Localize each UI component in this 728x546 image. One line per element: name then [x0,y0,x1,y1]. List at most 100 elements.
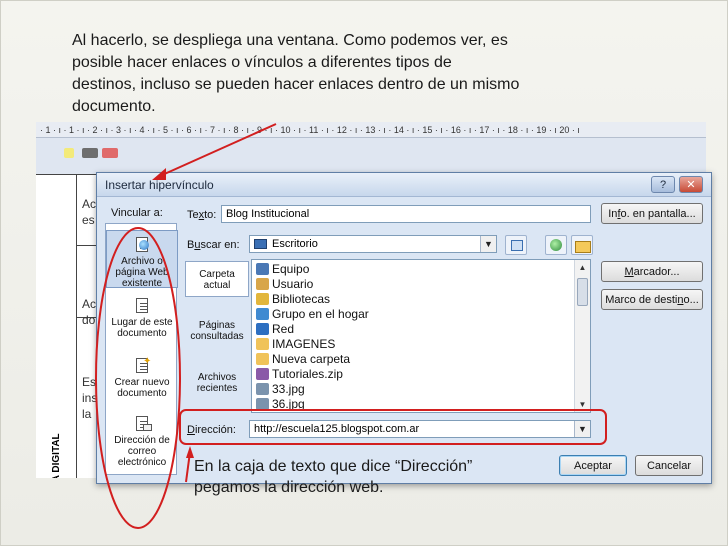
browse-file-button[interactable] [571,235,593,255]
shading-color-icon[interactable] [82,148,98,158]
address-value: http://escuela125.blogspot.com.ar [254,423,420,435]
file-name: 36.jpg [272,397,305,411]
document-text-fragment: Ac [82,297,97,311]
file-list-item[interactable]: Usuario [256,277,313,292]
file-list-item[interactable]: Red [256,322,294,337]
dialog-title: Insertar hipervínculo [105,178,214,192]
file-list-item[interactable]: Bibliotecas [256,292,330,307]
link-type-email-address[interactable]: Dirección de correo electrónico [106,414,178,474]
scroll-thumb[interactable] [577,278,588,306]
text-to-display-input[interactable]: Blog Institucional [221,205,591,223]
document-text-fragment: la [82,407,92,421]
page-icon [136,298,148,313]
bookmark-button[interactable]: Marcador... [601,261,703,282]
file-icon [256,293,269,305]
scroll-up-icon[interactable]: ▲ [575,260,590,275]
screen-tip-button[interactable]: In f o. en pantalla... [601,203,703,224]
instruction-note: En la caja de texto que dice “Dirección”… [194,456,534,498]
up-one-folder-button[interactable] [505,235,527,255]
dialog-titlebar[interactable]: Insertar hipervínculo ? ✕ [97,173,711,197]
file-icon [256,338,269,350]
file-list-item[interactable]: Grupo en el hogar [256,307,369,322]
accept-button[interactable]: Aceptar [559,455,627,476]
document-text-fragment: do [82,313,96,327]
link-type-place-in-document[interactable]: Lugar de este documento [106,296,178,346]
file-icon [256,383,269,395]
link-type-existing-file[interactable]: Archivo o página Web existente [106,230,178,289]
label-part: scar en: [200,239,240,251]
file-list-item[interactable]: 36.jpg [256,397,305,412]
label-part: In [608,207,618,220]
document-text-fragment: es [82,213,95,227]
place-browsed-pages[interactable]: Páginas consultadas [185,313,249,349]
file-name: IMAGENES [272,337,336,351]
link-type-label: Lugar de este documento [111,317,173,339]
target-frame-button[interactable]: Marco de desti n o... [601,289,703,310]
document-text-fragment: Ac [82,197,97,211]
globe-icon [139,240,149,250]
label-part: Marco de desti [605,293,678,306]
look-in-value: Escritorio [272,238,318,250]
file-list-item[interactable]: IMAGENES [256,337,335,352]
envelope-icon [143,424,152,431]
insert-hyperlink-dialog: Insertar hipervínculo ? ✕ Vincular a: Ar… [96,172,712,484]
file-icon [256,308,269,320]
note-line-2: pegamos la dirección web. [194,479,384,496]
text-to-display-label: Texto: [187,209,216,221]
file-list-item[interactable]: 33.jpg [256,382,305,397]
scroll-down-icon[interactable]: ▼ [575,397,590,412]
label-part: arcador... [633,265,680,278]
link-type-new-document[interactable]: ✦ Crear nuevo documento [106,356,178,406]
look-in-places-panel: Carpeta actual Páginas consultadas Archi… [185,259,249,415]
close-button[interactable]: ✕ [679,176,703,193]
ribbon-strip [36,138,706,174]
cancel-button[interactable]: Cancelar [635,455,703,476]
document-place-icon [134,298,150,314]
document-text-fragment: Es [82,375,97,389]
label-part: Te [187,209,199,221]
label-accesskey: D [187,424,195,436]
link-type-label: Archivo o página Web existente [115,256,169,289]
link-type-label: Dirección de correo electrónico [114,435,170,468]
file-icon [256,278,269,290]
caption-line-3: destinos, incluso se pueden hacer enlace… [72,76,520,93]
highlight-color-icon[interactable] [64,148,74,158]
chevron-down-icon[interactable]: ▼ [574,421,590,437]
file-name: Grupo en el hogar [272,307,369,321]
web-page-icon [134,237,150,253]
address-label: Dirección: [187,424,236,436]
browse-web-button[interactable] [545,235,567,255]
desktop-icon [254,239,267,249]
look-in-combobox[interactable]: Escritorio ▼ [249,235,497,253]
caption-line-2: posible hacer enlaces o vínculos a difer… [72,54,452,71]
place-current-folder[interactable]: Carpeta actual [185,261,249,297]
label-accesskey: M [624,265,634,278]
file-name: Equipo [272,262,310,276]
file-list-item[interactable]: Nueva carpeta [256,352,350,367]
font-color-icon[interactable] [102,148,118,158]
table-vertical-label: IV. CULTURA DIGITAL [46,433,66,478]
note-line-1: En la caja de texto que dice “Dirección” [194,458,473,475]
file-name: Bibliotecas [272,292,331,306]
file-list[interactable]: ▲ ▼ Equipo Usuario Bibliotecas Grupo en el … [251,259,591,413]
label-part: o. en pantalla... [620,207,696,220]
file-list-item[interactable]: Tutoriales.zip [256,367,343,382]
link-type-label: Crear nuevo documento [114,377,170,399]
new-star-icon: ✦ [143,356,152,367]
table-column-divider [76,175,77,478]
address-input[interactable]: http://escuela125.blogspot.com.ar ▼ [249,420,591,438]
file-list-item[interactable]: Equipo [256,262,309,277]
file-list-scrollbar[interactable]: ▲ ▼ [574,260,590,412]
horizontal-ruler[interactable]: · 1 · ı · 1 · ı · 2 · ı · 3 · ı · 4 · ı … [36,122,706,138]
file-icon [256,353,269,365]
file-name: Nueva carpeta [272,352,351,366]
place-recent-files[interactable]: Archivos recientes [185,365,249,401]
slide-caption: Al hacerlo, se despliega una ventana. Co… [72,30,612,118]
link-to-label: Vincular a: [111,207,163,219]
file-name: 33.jpg [272,382,305,396]
chevron-down-icon[interactable]: ▼ [480,236,496,252]
caption-line-1: Al hacerlo, se despliega una ventana. Co… [72,32,508,49]
file-name: Tutoriales.zip [272,367,343,381]
help-button[interactable]: ? [651,176,675,193]
file-name: Red [272,322,295,336]
